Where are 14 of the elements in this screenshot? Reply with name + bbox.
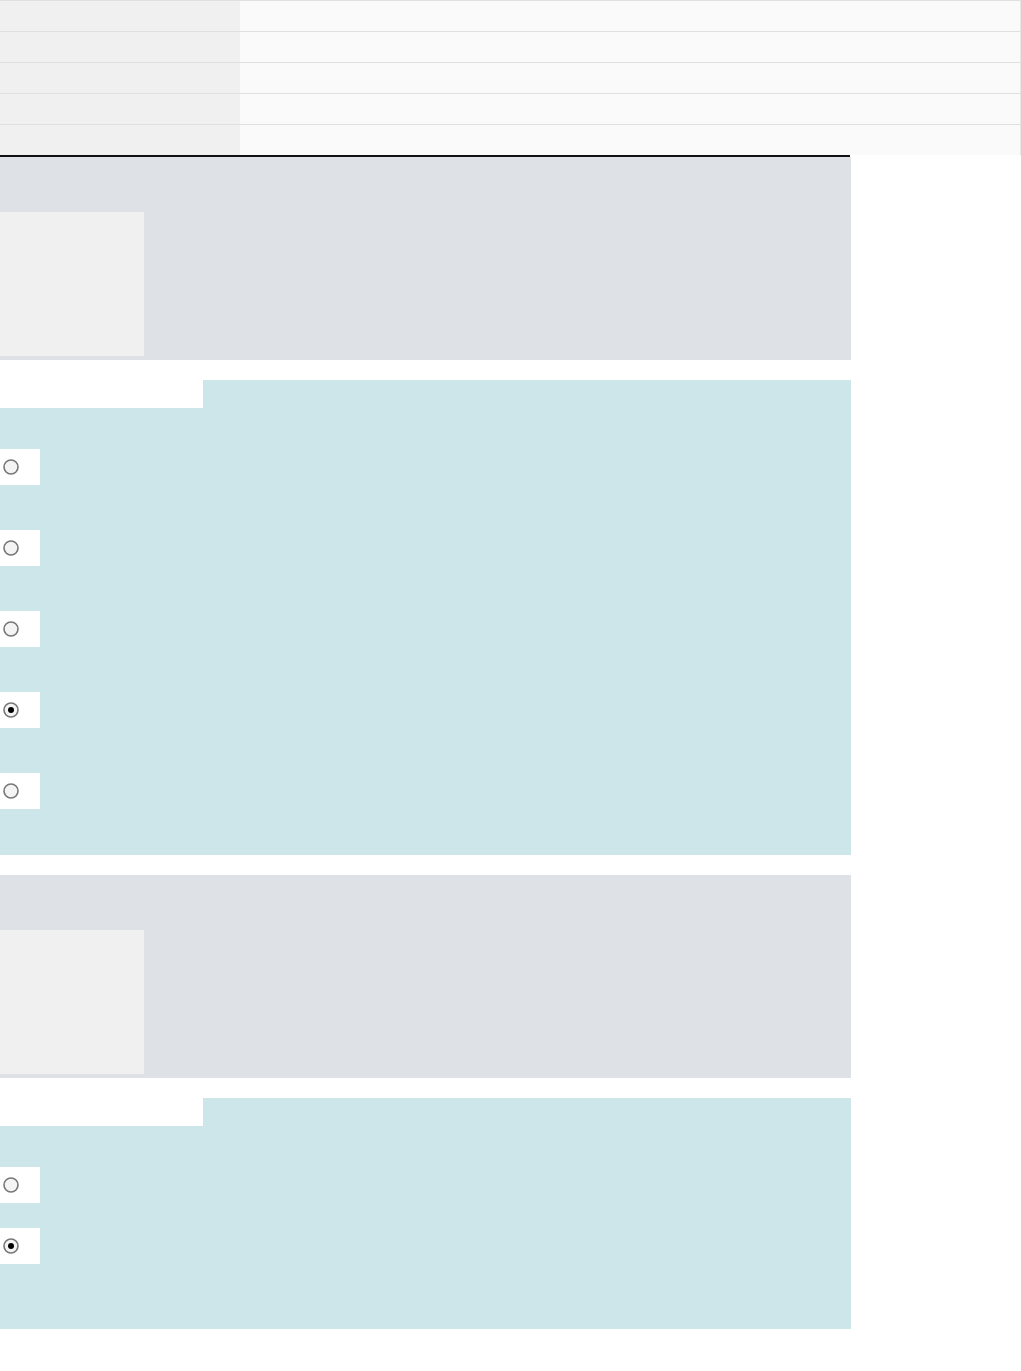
answer-option[interactable] [0,1167,40,1203]
radio-button[interactable] [2,1176,20,1194]
radio-button[interactable] [2,458,20,476]
answer-option[interactable] [0,1228,40,1264]
radio-button[interactable] [2,1237,20,1255]
radio-button[interactable] [2,701,20,719]
answer-option[interactable] [0,530,40,566]
answer-option[interactable] [0,773,40,809]
answer-option[interactable] [0,449,40,485]
radio-button[interactable] [2,539,20,557]
radio-button[interactable] [2,782,20,800]
answer-option[interactable] [0,611,40,647]
answer-option[interactable] [0,692,40,728]
radio-button[interactable] [2,620,20,638]
